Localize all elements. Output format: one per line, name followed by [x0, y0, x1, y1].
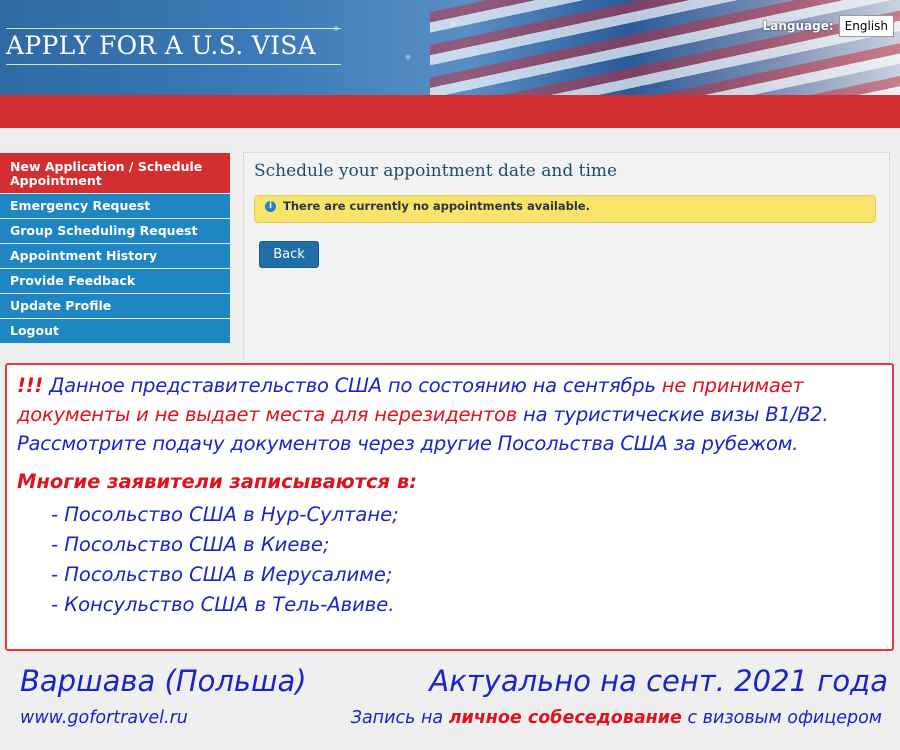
footer-line-b: с визовым офицером	[687, 708, 882, 728]
site-brand: APPLY FOR A U.S. VISA	[6, 28, 341, 65]
language-label: Language:	[762, 19, 834, 33]
list-item: - Посольство США в Иерусалиме;	[51, 563, 393, 586]
footer-city: Варшава (Польша)	[20, 664, 307, 698]
sidebar-item-appointment-history[interactable]: Appointment History	[0, 244, 230, 269]
footer-url: www.gofortravel.ru	[20, 708, 188, 728]
footer-interview-line: Запись на личное собеседование с визовым…	[351, 708, 882, 728]
sidebar-nav: New Application / Schedule Appointment E…	[0, 153, 230, 344]
page-title: Schedule your appointment date and time	[254, 161, 618, 181]
notice-marks: !!!	[17, 374, 44, 397]
list-item: - Посольство США в Нур-Султане;	[51, 503, 399, 526]
sidebar-item-update-profile[interactable]: Update Profile	[0, 294, 230, 319]
sidebar-item-emergency-request[interactable]: Emergency Request	[0, 194, 230, 219]
embassy-list: - Посольство США в Нур-Султане; - Посоль…	[51, 500, 399, 620]
main-content: Schedule your appointment date and time …	[243, 152, 890, 384]
alert-message: There are currently no appointments avai…	[283, 199, 590, 213]
notice-paragraph: !!! Данное представительство США по сост…	[17, 371, 882, 458]
back-button[interactable]: Back	[259, 241, 319, 268]
language-selector: Language: English	[763, 15, 894, 37]
header-banner: APPLY FOR A U.S. VISA Language: English	[0, 0, 900, 95]
list-item: - Посольство США в Киеве;	[51, 533, 330, 556]
sidebar-item-new-application[interactable]: New Application / Schedule Appointment	[0, 153, 230, 194]
sidebar-item-group-scheduling[interactable]: Group Scheduling Request	[0, 219, 230, 244]
footer-line-a: Запись на	[350, 708, 444, 728]
red-header-bar	[0, 95, 900, 128]
notice-many-heading: Многие заявители записываются в:	[17, 470, 417, 493]
no-appointments-alert: i There are currently no appointments av…	[254, 195, 876, 223]
language-dropdown[interactable]: English	[838, 15, 894, 37]
sidebar-item-logout[interactable]: Logout	[0, 319, 230, 344]
notice-text-a: Данное представительство США по состояни…	[49, 374, 656, 397]
notice-box: !!! Данное представительство США по сост…	[5, 363, 894, 651]
info-icon: i	[265, 201, 276, 212]
sidebar-item-provide-feedback[interactable]: Provide Feedback	[0, 269, 230, 294]
footer-line-red: личное собеседование	[448, 708, 682, 728]
footer-actual-date: Актуально на сент. 2021 года	[429, 664, 888, 698]
list-item: - Консульство США в Тель-Авиве.	[51, 593, 395, 616]
